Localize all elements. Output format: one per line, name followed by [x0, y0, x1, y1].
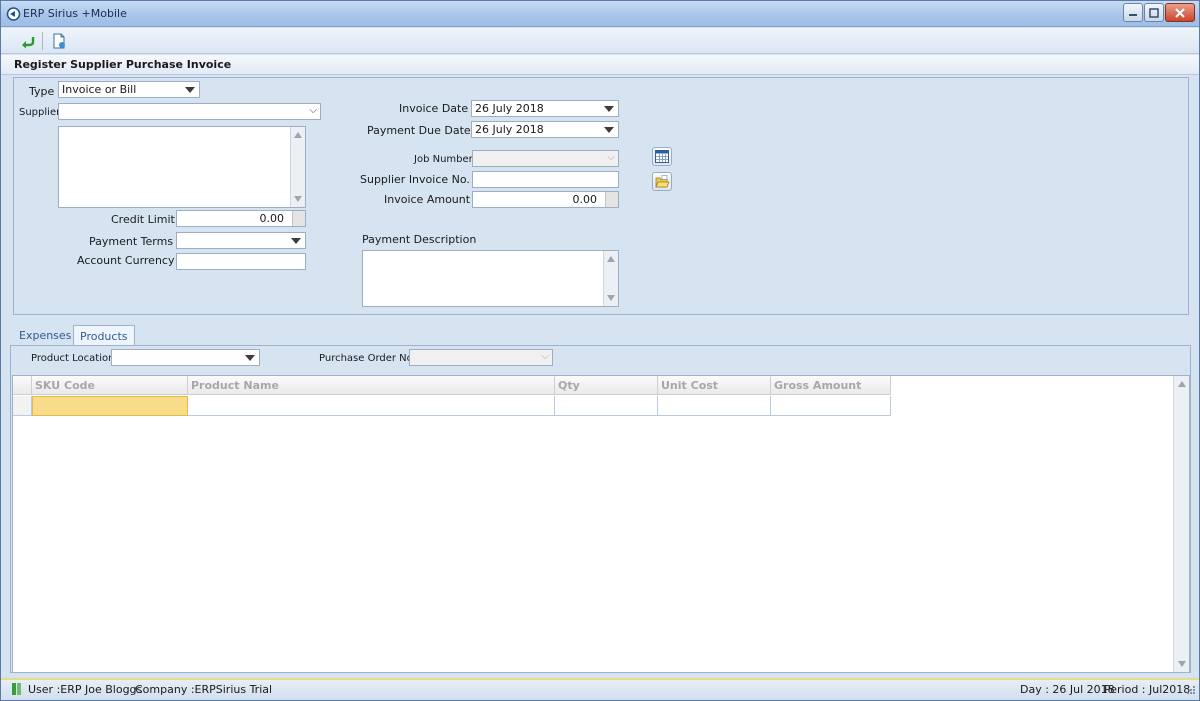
payment-description-textarea[interactable]	[362, 250, 619, 307]
green-return-arrow-icon	[22, 37, 35, 49]
scroll-down-icon[interactable]	[294, 196, 302, 202]
payment-due-date-picker[interactable]: 26 July 2018	[471, 121, 619, 138]
supplier-address-scrollbar[interactable]	[290, 127, 305, 207]
tab-products[interactable]: Products	[73, 325, 135, 345]
invoice-amount-value: 0.00	[572, 193, 598, 206]
credit-limit-label: Credit Limit	[111, 213, 175, 226]
payment-description-scrollbar[interactable]	[603, 251, 618, 306]
job-number-dropdown[interactable]: ⌵	[472, 150, 619, 167]
payment-due-date-label: Payment Due Date	[367, 124, 471, 137]
scroll-up-icon[interactable]	[1178, 381, 1186, 387]
attach-file-button[interactable]	[652, 172, 672, 191]
product-location-label: Product Location	[31, 353, 115, 364]
column-header-product-name[interactable]: Product Name	[188, 376, 555, 395]
account-currency-label: Account Currency	[77, 254, 175, 267]
invoice-date-picker[interactable]: 26 July 2018	[471, 100, 619, 117]
page-title: Register Supplier Purchase Invoice	[14, 58, 232, 71]
supplier-address-textarea[interactable]	[58, 126, 306, 208]
column-header-sku-code[interactable]: SKU Code	[32, 376, 188, 395]
status-indicator-icon	[12, 683, 21, 695]
invoice-date-value: 26 July 2018	[475, 102, 544, 115]
chevron-down-icon: ⌵	[541, 351, 549, 362]
products-grid[interactable]: SKU Code Product Name Qty Unit Cost Gros…	[12, 375, 1190, 673]
status-company: Company :ERPSirius Trial	[135, 683, 273, 696]
column-header-gross-amount[interactable]: Gross Amount	[771, 376, 891, 395]
type-value: Invoice or Bill	[62, 83, 137, 96]
calendar-grid-icon	[655, 150, 669, 163]
erp-app-icon	[6, 7, 21, 21]
product-location-dropdown[interactable]	[111, 349, 260, 366]
column-header-qty[interactable]: Qty	[555, 376, 658, 395]
payment-description-label: Payment Description	[362, 233, 477, 246]
chevron-down-icon	[604, 127, 614, 133]
chevron-down-icon	[604, 106, 614, 112]
close-icon	[1175, 7, 1185, 18]
chevron-down-icon: ⌵	[607, 152, 615, 163]
invoice-amount-spinner[interactable]	[605, 192, 618, 207]
scroll-down-icon[interactable]	[1178, 661, 1186, 667]
account-currency-field[interactable]	[176, 253, 306, 270]
new-document-button[interactable]	[48, 31, 70, 51]
supplier-label: Supplier	[19, 107, 61, 118]
purchase-order-no-label: Purchase Order No	[319, 353, 413, 364]
credit-limit-field[interactable]: 0.00	[176, 210, 306, 227]
window-title: ERP Sirius +Mobile	[23, 7, 127, 20]
type-label: Type	[29, 85, 55, 98]
minimize-icon	[1129, 13, 1137, 16]
chevron-down-icon	[291, 238, 301, 244]
invoice-amount-field[interactable]: 0.00	[472, 191, 619, 208]
maximize-button[interactable]	[1144, 3, 1164, 22]
payment-terms-dropdown[interactable]	[176, 232, 306, 249]
grid-vertical-scrollbar[interactable]	[1173, 376, 1189, 672]
status-user: User :ERP Joe Bloggs	[28, 683, 143, 696]
toolbar	[1, 28, 1199, 54]
credit-limit-value: 0.00	[259, 212, 285, 225]
column-header-unit-cost[interactable]: Unit Cost	[658, 376, 771, 395]
grid-cell-qty[interactable]	[555, 396, 658, 416]
resize-grip-icon[interactable]	[1186, 683, 1196, 695]
new-document-icon	[53, 33, 65, 49]
invoice-date-label: Invoice Date	[399, 102, 469, 115]
scroll-up-icon[interactable]	[294, 132, 302, 138]
grid-cell-gross-amount[interactable]	[771, 396, 891, 416]
chevron-down-icon: ⌵	[309, 105, 317, 116]
payment-due-date-value: 26 July 2018	[475, 123, 544, 136]
supplier-invoice-no-field[interactable]	[472, 171, 619, 188]
scroll-down-icon[interactable]	[607, 295, 615, 301]
chevron-down-icon	[185, 87, 195, 93]
scroll-up-icon[interactable]	[607, 256, 615, 262]
title-bar[interactable]: ERP Sirius +Mobile	[1, 1, 1199, 27]
grid-cell-unit-cost[interactable]	[658, 396, 771, 416]
maximize-icon	[1149, 7, 1159, 18]
invoice-amount-label: Invoice Amount	[384, 193, 471, 206]
status-bar: User :ERP Joe Bloggs Company :ERPSirius …	[1, 678, 1199, 700]
open-folder-icon	[654, 175, 670, 188]
close-button[interactable]	[1165, 3, 1195, 22]
status-day: Day : 26 Jul 2018	[1020, 683, 1115, 696]
payment-terms-label: Payment Terms	[89, 235, 174, 248]
grid-cell-sku-code[interactable]	[32, 396, 188, 416]
credit-limit-spinner[interactable]	[292, 211, 305, 226]
calendar-button[interactable]	[652, 147, 672, 166]
row-indicator-header	[13, 376, 32, 395]
refresh-button[interactable]	[17, 31, 39, 51]
purchase-order-no-dropdown[interactable]: ⌵	[409, 349, 553, 366]
app-window: ERP Sirius +Mobile Register Supplier Pur…	[0, 0, 1200, 701]
supplier-dropdown[interactable]: ⌵	[58, 103, 321, 120]
toolbar-separator	[42, 32, 43, 50]
type-dropdown[interactable]: Invoice or Bill	[58, 81, 200, 98]
chevron-down-icon	[245, 355, 255, 361]
form-header: Register Supplier Purchase Invoice	[1, 55, 1199, 75]
minimize-button[interactable]	[1123, 3, 1143, 22]
job-number-label: Job Number	[414, 154, 473, 165]
tab-expenses[interactable]: Expenses	[13, 325, 77, 345]
row-indicator[interactable]	[13, 396, 32, 416]
grid-cell-product-name[interactable]	[188, 396, 555, 416]
supplier-invoice-no-label: Supplier Invoice No.	[360, 173, 470, 186]
status-period: Period : Jul2018	[1104, 683, 1191, 696]
